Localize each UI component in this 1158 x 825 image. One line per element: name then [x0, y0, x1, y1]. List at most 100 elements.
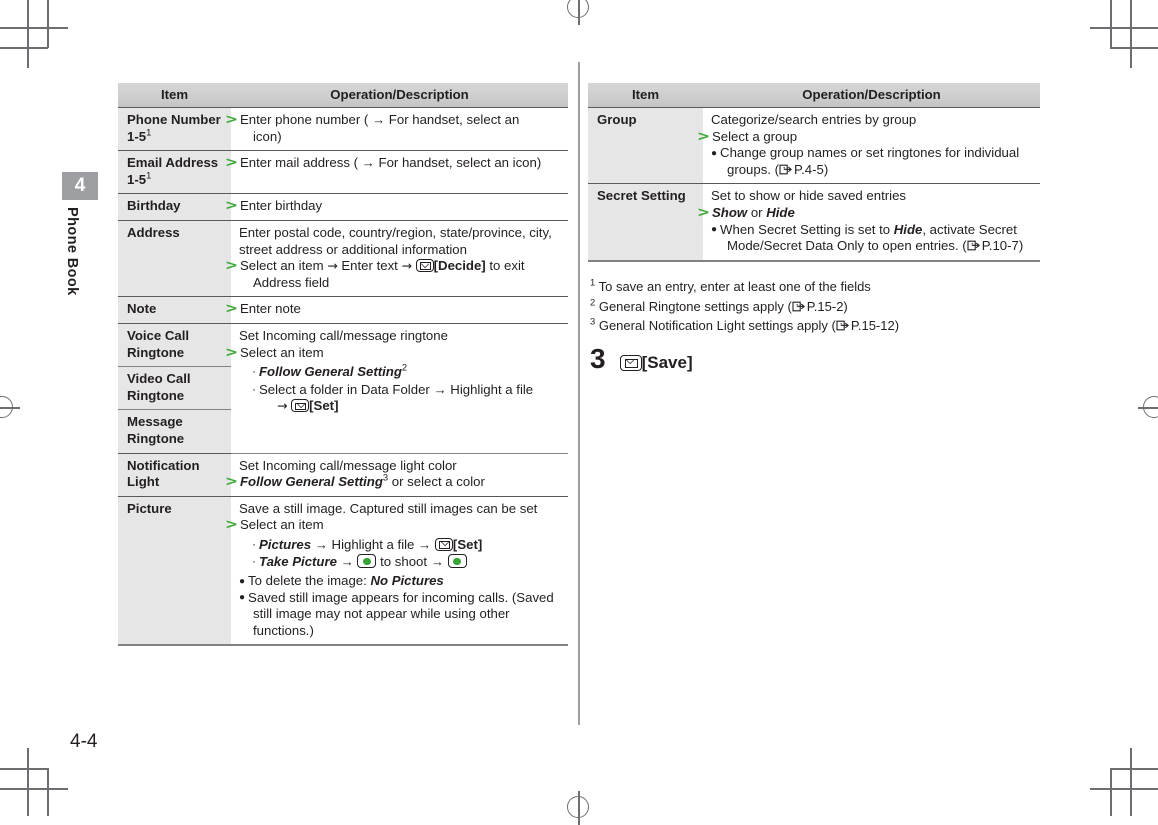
chapter-tab: 4 Phone Book — [62, 172, 98, 296]
step-body: [Save] — [619, 353, 693, 373]
desc-line: Set Incoming call/message ringtone — [239, 327, 448, 343]
table-row: Notification Light Set Incoming call/mes… — [118, 453, 568, 497]
row-item-group: Group — [588, 107, 703, 185]
footnote-ref-page: P.15-2) — [806, 298, 848, 314]
desc-text: → Highlight a file → — [311, 536, 435, 552]
desc-text: Saved still image appears for incoming c… — [248, 589, 554, 605]
footnote-number: 3 — [590, 315, 596, 327]
bullet-icon: ● — [239, 575, 246, 587]
desc-text: Follow General Setting — [240, 474, 383, 490]
table-row: Email Address 1-51 > Enter mail address (… — [118, 150, 568, 195]
desc-text: Hide — [893, 221, 923, 237]
row-item-label: Phone Number 1-5 — [127, 112, 221, 144]
row-item-notification-light: Notification Light — [118, 453, 231, 497]
desc-line: > Select an item → Enter text → [Decide] … — [225, 257, 525, 274]
desc-text: Select an item — [240, 517, 324, 533]
table-left-header-operation: Operation/Description — [231, 83, 568, 108]
desc-line: Enter postal code, country/region, state… — [239, 224, 552, 240]
desc-line: · Take Picture → to shoot → — [239, 553, 564, 571]
desc-line: ● Saved still image appears for incoming … — [239, 590, 564, 607]
footnote-3: 3 General Notification Light settings ap… — [590, 316, 1040, 336]
row-desc-notification-light: Set Incoming call/message light color > F… — [225, 453, 568, 497]
desc-line: > Enter phone number ( → For handset, sel… — [225, 111, 520, 128]
desc-line: · Pictures → Highlight a file → [Set] — [252, 536, 483, 552]
crop-mark-bottom-left-h2 — [0, 768, 48, 770]
crop-mark-bottom-left-v — [27, 748, 29, 816]
crop-mark-top-left-h2 — [0, 47, 48, 49]
desc-line: > Enter birthday — [225, 197, 323, 214]
desc-text: → — [336, 554, 358, 570]
row-item-picture: Picture — [118, 496, 231, 647]
row-item-email-address: Email Address 1-51 — [118, 150, 231, 195]
footnote-list: 1 To save an entry, enter at least one o… — [590, 277, 1040, 336]
desc-text: Pictures — [259, 536, 312, 552]
row-desc-phone-number: > Enter phone number ( → For handset, sel… — [225, 107, 568, 152]
registration-mark-top — [564, 0, 594, 25]
footnote-text: General Ringtone settings apply ( — [598, 298, 792, 314]
crop-mark-top-right-h — [1090, 27, 1158, 29]
desc-text: Change group names or set ringtones for … — [720, 145, 1020, 161]
footnote-text: To save an entry, enter at least one of … — [598, 279, 871, 294]
footnote-1: 1 To save an entry, enter at least one o… — [590, 277, 1040, 297]
footnote-ref: 2 — [401, 361, 408, 373]
footnote-ref-page: P.15-12) — [850, 318, 900, 333]
crop-mark-bottom-right-v — [1130, 748, 1132, 816]
mail-key-icon — [291, 399, 310, 413]
crop-mark-bottom-right-h — [1090, 788, 1158, 790]
row-desc-group: Categorize/search entries by group > Sele… — [697, 107, 1040, 185]
page-reference-icon — [779, 163, 794, 176]
crop-mark-top-left-v — [27, 0, 29, 68]
desc-line: > Enter mail address ( → For handset, sel… — [225, 154, 542, 171]
desc-text: Enter birthday — [240, 198, 323, 214]
crop-mark-top-right-h2 — [1110, 47, 1158, 49]
crop-mark-top-left-v2 — [47, 0, 49, 48]
row-item-voice-call-ringtone: Voice Call Ringtone — [118, 323, 231, 368]
mail-key-icon — [619, 355, 642, 371]
desc-text: Hide — [766, 204, 795, 220]
desc-line: Address field — [253, 274, 330, 290]
set-key-label: [Set] — [452, 536, 483, 552]
step-number: 3 — [590, 343, 606, 374]
table-left-header-row: Item Operation/Description — [118, 83, 568, 108]
desc-text: groups. ( — [727, 161, 780, 177]
desc-line: street address or additional information — [239, 241, 467, 257]
row-desc-ringtone: Set Incoming call/message ringtone > Sele… — [225, 323, 568, 454]
desc-line: > Enter note — [225, 300, 301, 317]
desc-line: still image may not appear while using o… — [253, 606, 510, 622]
desc-line: Categorize/search entries by group — [711, 112, 917, 127]
row-desc-note: > Enter note — [225, 296, 568, 324]
desc-text: Enter phone number ( → For handset, sele… — [240, 112, 520, 127]
row-item-secret-setting: Secret Setting — [588, 183, 703, 262]
bullet-icon: ● — [711, 224, 718, 236]
desc-text: P.10-7) — [981, 238, 1024, 254]
row-item-video-call-ringtone: Video Call Ringtone — [118, 366, 231, 411]
desc-text: Enter note — [240, 301, 301, 317]
table-left-header-item: Item — [118, 83, 231, 108]
table-row: Picture Save a still image. Captured sti… — [118, 496, 568, 647]
footnote-number: 1 — [590, 276, 596, 288]
crop-mark-bottom-left-v2 — [47, 768, 49, 816]
desc-text: When Secret Setting is set to — [720, 221, 894, 237]
desc-line: → [Set] — [277, 398, 339, 414]
desc-text: , activate Secret — [922, 221, 1017, 237]
desc-line: > Select a group — [697, 127, 798, 144]
footnote-number: 2 — [590, 296, 596, 308]
page-reference-icon — [836, 319, 851, 332]
desc-line: functions.) — [253, 622, 314, 638]
footnote-ref: 1 — [146, 169, 152, 181]
desc-text: No Pictures — [370, 573, 444, 589]
row-item-message-ringtone: Message Ringtone — [118, 409, 231, 454]
desc-line: · Select a folder in Data Folder → Highli… — [252, 381, 534, 397]
table-right-header-operation: Operation/Description — [703, 83, 1040, 108]
desc-line: > Show or Hide — [697, 204, 795, 220]
row-desc-address: Enter postal code, country/region, state… — [225, 220, 568, 298]
desc-line: · Follow General Setting2 — [252, 361, 408, 380]
row-desc-secret-setting: Set to show or hide saved entries > Show … — [697, 183, 1040, 262]
page-number: 4-4 — [70, 731, 98, 752]
table-row: Voice Call Ringtone Set Incoming call/me… — [118, 323, 568, 454]
table-row: Phone Number 1-51 > Enter phone number ( … — [118, 107, 568, 152]
desc-text: Mode/Secret Data Only to open entries. ( — [727, 238, 967, 254]
set-key-label: [Set] — [309, 398, 339, 414]
chapter-number: 4 — [62, 172, 98, 200]
desc-text: Select an item — [240, 344, 324, 360]
